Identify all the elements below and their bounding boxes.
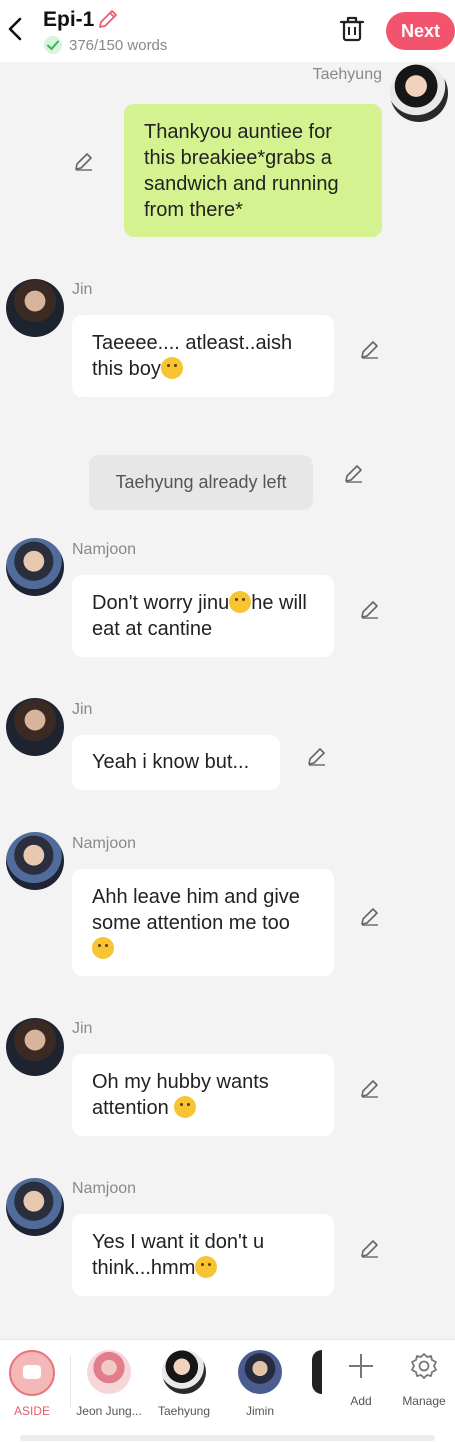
gear-icon[interactable] — [409, 1351, 439, 1381]
back-arrow-icon[interactable] — [4, 14, 26, 44]
word-count: 376/150 words — [69, 37, 168, 54]
trash-icon[interactable] — [338, 14, 366, 44]
speaker-name: Namjoon — [72, 835, 137, 852]
next-button[interactable]: Next — [386, 12, 455, 50]
edit-message-icon[interactable] — [359, 338, 381, 360]
episode-title[interactable]: Epi-1 — [43, 8, 94, 32]
avatar-namjoon[interactable] — [6, 538, 64, 596]
character-label: Taehyung — [157, 1404, 211, 1418]
message-text: Ahh leave him and give some attention me… — [92, 886, 300, 934]
top-bar: Epi-1 376/150 words Next — [0, 0, 455, 62]
edit-message-icon[interactable] — [359, 1077, 381, 1099]
speaker-name: Jin — [72, 701, 93, 718]
edit-title-icon[interactable] — [96, 7, 120, 31]
character-jimin[interactable] — [238, 1350, 282, 1394]
speaker-name: Taehyung — [312, 66, 382, 83]
aside-label: ASIDE — [13, 1404, 50, 1418]
avatar-jin[interactable] — [6, 1018, 64, 1076]
message-text: Taeeee.... atleast..aish this boy — [92, 332, 293, 380]
avatar-taehyung[interactable] — [390, 64, 448, 122]
character-label: Jimin — [245, 1404, 274, 1418]
smirk-emoji-icon — [195, 1256, 218, 1278]
speaker-name: Jin — [72, 1020, 93, 1037]
kissing-emoji-icon — [229, 591, 252, 613]
avatar-jin[interactable] — [6, 698, 64, 756]
speaker-name: Namjoon — [72, 541, 137, 558]
edit-message-icon[interactable] — [359, 905, 381, 927]
hand-over-mouth-emoji-icon — [174, 1096, 197, 1118]
character-label: Jeon Jung... — [76, 1404, 142, 1418]
edit-message-icon[interactable] — [359, 598, 381, 620]
message-bubble[interactable]: Yeah i know but... — [72, 735, 280, 790]
character-bar: ASIDE Jeon Jung... Taehyung Jimin Add Ma… — [0, 1339, 455, 1442]
confused-emoji-icon — [92, 937, 114, 959]
character-partial[interactable] — [312, 1350, 322, 1394]
aside-bubble[interactable]: Taehyung already left — [89, 455, 313, 510]
plus-icon[interactable] — [347, 1352, 375, 1380]
message-bubble[interactable]: Oh my hubby wants attention — [72, 1054, 334, 1136]
message-text: Thankyou auntiee for this breakiee*grabs… — [144, 121, 339, 221]
aside-text: Taehyung already left — [115, 472, 287, 492]
add-label[interactable]: Add — [326, 1394, 396, 1408]
avatar-namjoon[interactable] — [6, 1178, 64, 1236]
message-bubble[interactable]: Yes I want it don't u think...hmm — [72, 1214, 334, 1296]
message-bubble[interactable]: Ahh leave him and give some attention me… — [72, 869, 334, 976]
edit-message-icon[interactable] — [73, 150, 95, 172]
aside-button[interactable] — [9, 1350, 55, 1396]
avatar-jin[interactable] — [6, 279, 64, 337]
character-taehyung[interactable] — [162, 1350, 206, 1394]
edit-message-icon[interactable] — [343, 462, 365, 484]
message-text: Don't worry jinu — [92, 592, 230, 614]
smile-emoji-icon — [160, 357, 183, 379]
message-bubble[interactable]: Don't worry jinu he will eat at cantine — [72, 575, 334, 657]
aside-icon — [23, 1365, 41, 1379]
check-icon — [44, 36, 62, 54]
avatar-namjoon[interactable] — [6, 832, 64, 890]
message-text: Yeah i know but... — [92, 751, 250, 773]
speaker-name: Jin — [72, 281, 93, 298]
home-indicator — [20, 1435, 435, 1441]
edit-message-icon[interactable] — [359, 1237, 381, 1259]
manage-label[interactable]: Manage — [389, 1394, 455, 1408]
message-text: Yes I want it don't u think...hmm — [92, 1231, 265, 1279]
divider — [70, 1356, 71, 1408]
message-bubble[interactable]: Thankyou auntiee for this breakiee*grabs… — [124, 104, 382, 237]
speaker-name: Namjoon — [72, 1180, 137, 1197]
message-bubble[interactable]: Taeeee.... atleast..aish this boy — [72, 315, 334, 397]
edit-message-icon[interactable] — [306, 745, 328, 767]
character-jeon-jungkook[interactable] — [87, 1350, 131, 1394]
